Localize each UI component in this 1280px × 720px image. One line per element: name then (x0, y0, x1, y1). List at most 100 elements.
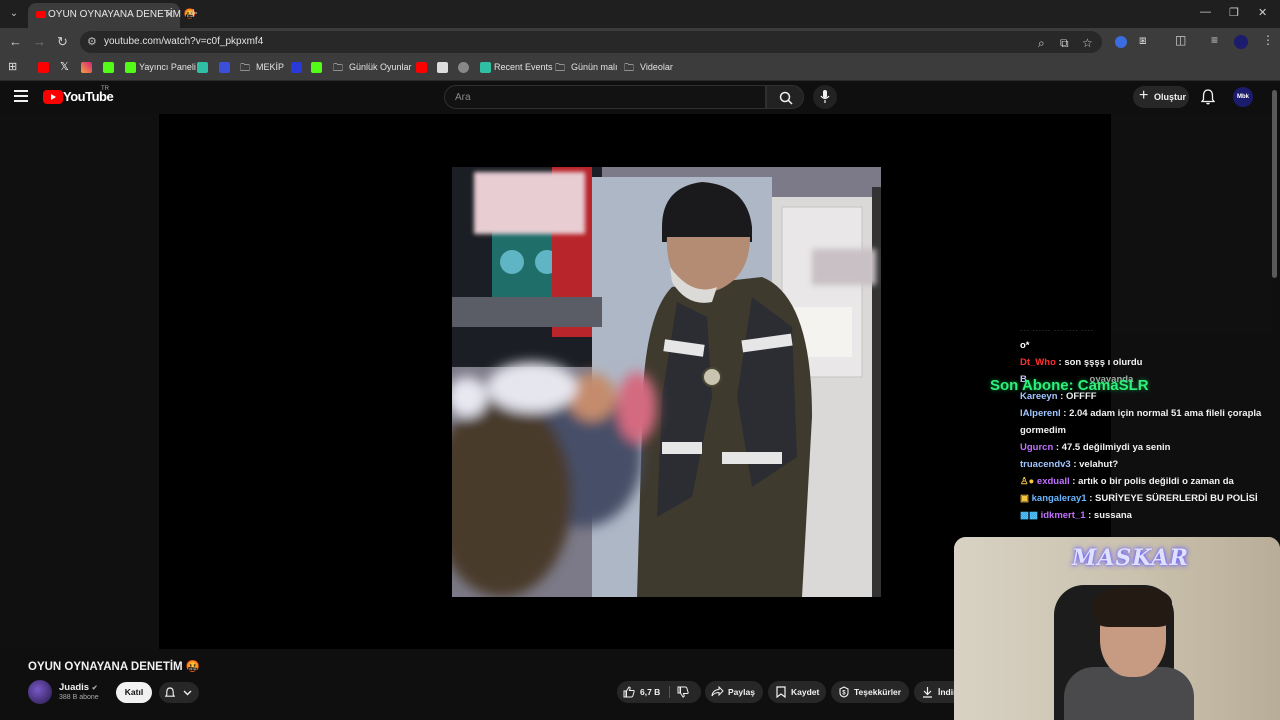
window-close-icon[interactable]: ✕ (1258, 6, 1267, 19)
notifications-bell-icon[interactable] (1201, 89, 1215, 105)
last-subscriber-overlay: Son Abone: CamaSLR (990, 377, 1149, 394)
page-scrollbar[interactable] (1272, 90, 1277, 278)
back-arrow-icon[interactable]: ← (9, 34, 22, 49)
youtube-logo-icon[interactable] (43, 90, 63, 104)
webcam-logo: MASKAR (1072, 545, 1189, 571)
channel-name-text[interactable]: Juadis (59, 682, 89, 693)
bookmark-yayinci-paneli[interactable]: Yayıncı Paneli (139, 62, 196, 72)
bookmark-gunun-mali[interactable]: Günün malı (571, 62, 618, 72)
like-count[interactable]: 6,7 B (640, 681, 660, 703)
chat-row: ▩▩ idkmert_1 : sussana (1020, 507, 1278, 524)
search-button[interactable] (766, 85, 804, 109)
bookmark-image-icon[interactable] (437, 62, 448, 73)
chevron-down-icon (183, 690, 192, 696)
search-input[interactable] (455, 90, 755, 104)
bookmark-star-icon[interactable]: ☆ (1082, 36, 1093, 50)
apps-grid-icon[interactable]: ⊞ (8, 60, 17, 73)
restore-icon[interactable]: ❐ (1229, 6, 1239, 19)
chat-row: lAlperenl : 2.04 adam için normal 51 ama… (1020, 405, 1278, 422)
forward-arrow-icon[interactable]: → (33, 34, 46, 49)
chat-user: Dt_Who (1020, 357, 1056, 368)
thumbs-up-icon[interactable] (623, 686, 635, 698)
tab-search-chevron-icon[interactable]: ⌄ (6, 6, 22, 22)
youtube-bookmark-icon[interactable] (38, 62, 49, 73)
profile-avatar-icon[interactable] (1234, 35, 1248, 49)
bookmark-recent-events[interactable]: Recent Events (494, 62, 553, 72)
folder-icon: 🗀 (333, 63, 343, 74)
kick-panel-icon[interactable] (125, 62, 136, 73)
site-info-icon[interactable]: ⚙ (87, 35, 97, 48)
channel-avatar[interactable] (28, 680, 52, 704)
chat-row: o* (1020, 337, 1278, 354)
save-button[interactable]: Kaydet (768, 681, 826, 703)
x-bookmark-icon[interactable]: 𝕏 (60, 60, 69, 73)
chat-row: ▣ kangaleray1 : SURİYEYE SÜRERLERDİ BU P… (1020, 490, 1278, 507)
download-icon (923, 687, 932, 698)
thumbs-down-icon[interactable] (677, 686, 689, 698)
bookmark-green-icon[interactable] (197, 62, 208, 73)
chat-row: gormedim (1020, 422, 1278, 439)
microphone-icon (820, 90, 830, 103)
chat-row: ··· ······ ··· ···· ···· (1020, 330, 1094, 336)
chat-message: : SURİYEYE SÜRERLERDİ BU POLİSİ (1089, 493, 1258, 504)
bookmarks-bar: ⊞ 𝕏 Yayıncı Paneli 🗀 MEKİP 🗀 Günlük Oyun… (0, 56, 1280, 81)
download-button[interactable]: İndir (914, 681, 954, 703)
channel-name[interactable]: Juadis ✔ (59, 682, 98, 693)
extensions-puzzle-icon[interactable]: ⧆ (1139, 33, 1147, 48)
download-label: İndir (938, 687, 954, 697)
chat-row: Ugurcn : 47.5 değilmiydi ya senin (1020, 439, 1278, 456)
kick-bookmark2-icon[interactable] (311, 62, 322, 73)
video-frame-image[interactable] (452, 167, 881, 597)
thanks-button[interactable]: $ Teşekkürler (831, 681, 909, 703)
bookmark-videolar[interactable]: Videolar (640, 62, 673, 72)
youtube-bookmark2-icon[interactable] (416, 62, 427, 73)
new-tab-plus-icon[interactable]: + (189, 5, 198, 22)
hamburger-menu-icon[interactable] (14, 90, 28, 105)
globe-icon[interactable] (458, 62, 469, 73)
reload-icon[interactable]: ↻ (57, 34, 68, 50)
recent-events-icon[interactable] (480, 62, 491, 73)
minimize-icon[interactable]: — (1200, 6, 1211, 18)
browser-toolbar: ← → ↻ ⚙ youtube.com/watch?v=c0f_pkpxmf4 … (0, 28, 1280, 56)
bookmark-blue2-icon[interactable] (291, 62, 302, 73)
join-button[interactable]: Katıl (116, 682, 152, 703)
player-side-left (0, 114, 159, 649)
address-bar[interactable]: ⚙ youtube.com/watch?v=c0f_pkpxmf4 ⌕ ⧉ ☆ (80, 31, 1102, 53)
zoom-icon[interactable]: ⌕ (1038, 36, 1045, 51)
search-icon (779, 91, 793, 105)
bookmark-gunluk-oyunlar[interactable]: Günlük Oyunlar (349, 62, 412, 72)
chat-user: lAlperenl (1020, 408, 1061, 419)
chat-message: : artık o bir polis değildi o zaman da (1072, 476, 1234, 487)
browser-tab-active[interactable]: OYUN OYNAYANA DENETİM 🤬 ✕ (28, 3, 196, 28)
chat-user: idkmert_1 (1040, 510, 1086, 521)
chat-message: : sussana (1088, 510, 1132, 521)
voice-search-button[interactable] (813, 85, 837, 109)
chat-row: ♙● exduall : artık o bir polis değildi o… (1020, 473, 1278, 490)
stream-chat-overlay: ··· ······ ··· ···· ···· o* Dt_Who : son… (1020, 330, 1278, 540)
tab-close-icon[interactable]: ✕ (165, 8, 174, 21)
page-bottom (0, 712, 954, 720)
subscription-bell-button[interactable] (159, 682, 199, 703)
search-box (444, 85, 766, 109)
instagram-bookmark-icon[interactable] (81, 62, 92, 73)
youtube-favicon-icon (36, 11, 46, 18)
svg-text:$: $ (842, 690, 846, 696)
user-avatar[interactable]: Mbk (1233, 87, 1253, 107)
media-controls-icon[interactable]: ≡ (1211, 33, 1218, 47)
create-button[interactable]: + Oluştur (1133, 86, 1189, 108)
extension-blue-icon[interactable] (1115, 36, 1127, 48)
streamer-hair (1094, 587, 1172, 627)
chrome-menu-icon[interactable]: ⋮ (1262, 33, 1274, 47)
bookmark-mekip[interactable]: MEKİP (256, 62, 284, 72)
share-button[interactable]: Paylaş (705, 681, 763, 703)
youtube-header: YouTube TR + Oluştur Mbk (0, 81, 1280, 114)
bookmark-blue-icon[interactable] (219, 62, 230, 73)
side-panel-icon[interactable]: ◫ (1175, 33, 1186, 47)
chat-row: Dt_Who : son şşşş ı olurdu (1020, 354, 1278, 371)
bell-icon (165, 687, 175, 697)
kick-bookmark-icon[interactable] (103, 62, 114, 73)
install-app-icon[interactable]: ⧉ (1060, 36, 1069, 51)
chat-user: Ugurcn (1020, 442, 1054, 453)
subscriber-count: 388 B abone (59, 694, 99, 701)
browser-tab-bar: ⌄ OYUN OYNAYANA DENETİM 🤬 ✕ + — ❐ ✕ (0, 0, 1280, 28)
